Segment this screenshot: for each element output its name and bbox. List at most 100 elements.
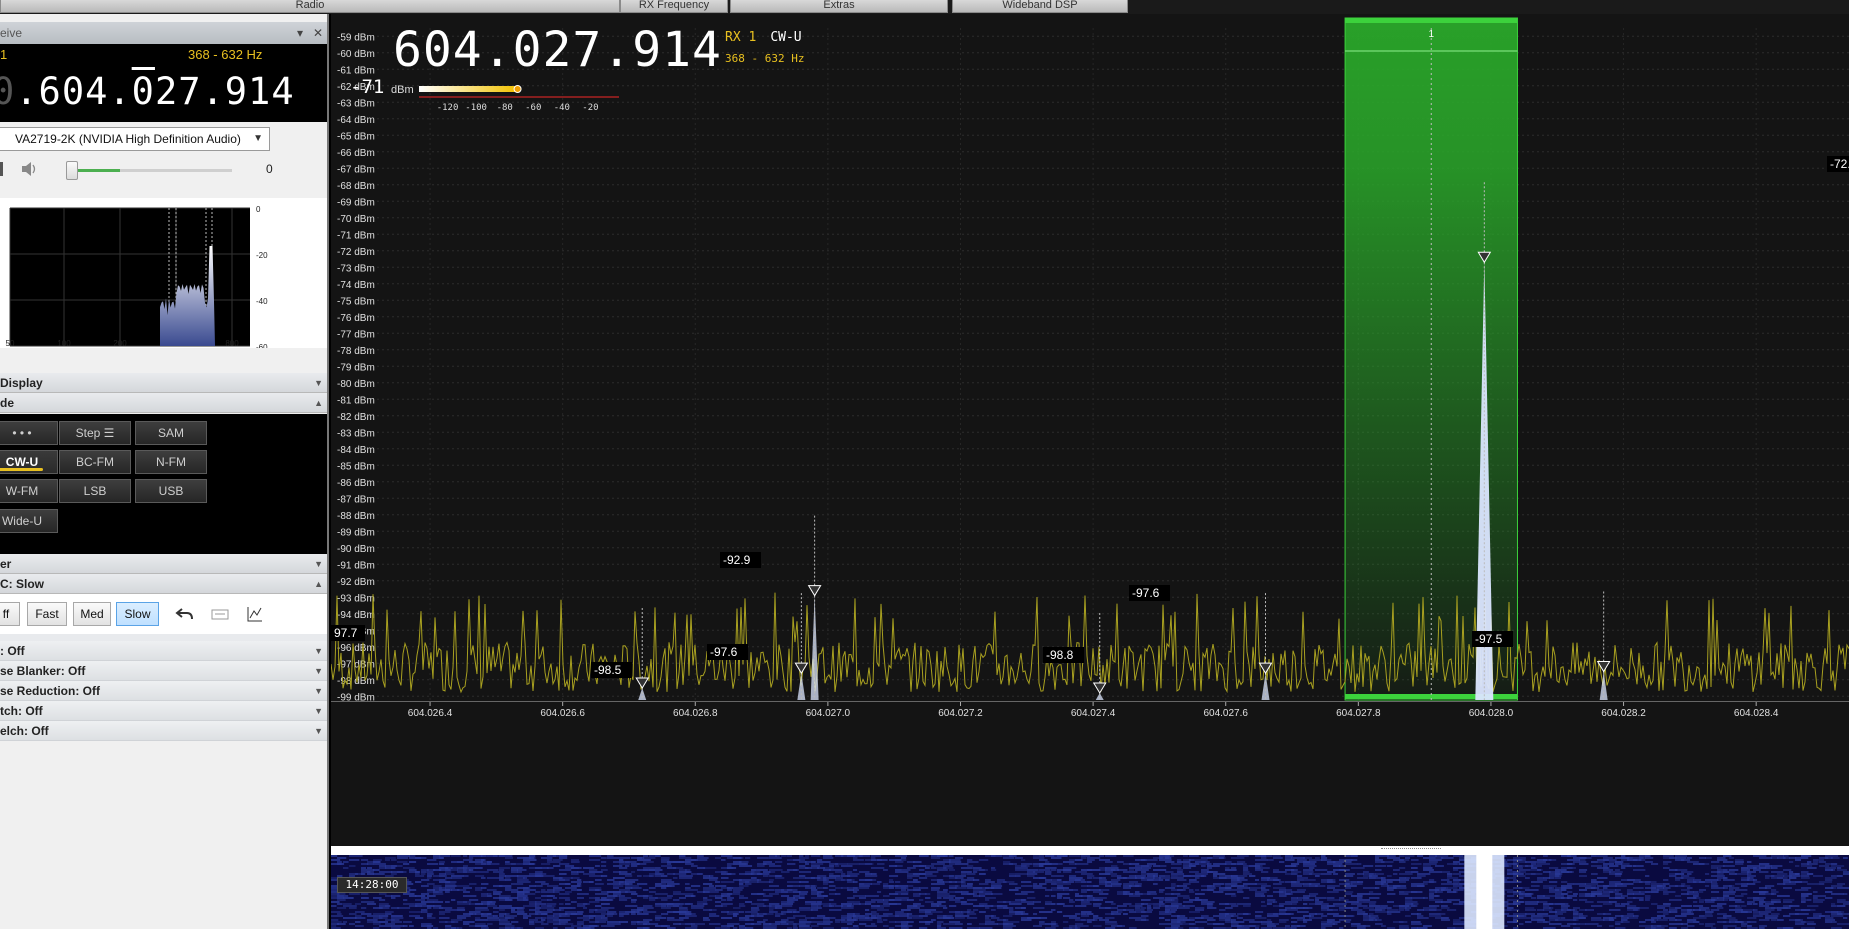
vfo-freq-prefix: 0 [0, 70, 15, 113]
peak-value-label: -98.8 [1046, 648, 1074, 662]
y-tick-label: -70 dBm [337, 214, 375, 225]
x-tick-label: 604.027.6 [1203, 708, 1248, 719]
filter-section-header[interactable]: er ▼ [0, 554, 327, 574]
collapse-icon[interactable]: ▾ [297, 22, 303, 44]
volume-slider-track[interactable] [70, 169, 232, 172]
display-section-header[interactable]: Display ▼ [0, 373, 327, 393]
mode-nfm-button[interactable]: N-FM [135, 450, 207, 474]
y-tick-label: -65 dBm [337, 131, 375, 142]
mode-more-button[interactable]: • • • [0, 421, 58, 445]
audio-x-tick: 200 [113, 339, 127, 348]
s-meter-peak-dot [513, 85, 522, 93]
filter-number-label: 1 [1428, 29, 1434, 40]
x-tick-label: 604.026.4 [408, 708, 453, 719]
tag-icon[interactable] [210, 604, 230, 624]
audio-y-tick: 0 [256, 205, 261, 214]
volume-slider-handle[interactable] [66, 161, 78, 180]
chevron-down-icon: ▼ [253, 133, 263, 144]
y-tick-label: -85 dBm [337, 461, 375, 472]
filter-top-handle [1345, 18, 1518, 23]
mode-wideu-button[interactable]: Wide-U [0, 509, 58, 533]
x-tick-label: 604.028.0 [1469, 708, 1514, 719]
audio-y-tick: -20 [256, 251, 268, 260]
mode-wfm-button[interactable]: W-FM [0, 479, 58, 503]
close-icon[interactable]: ✕ [313, 22, 323, 44]
y-tick-label: -69 dBm [337, 197, 375, 208]
dsp-item-notch[interactable]: tch: Off ▼ [0, 701, 327, 721]
tab-wideband-dsp[interactable]: Wideband DSP [952, 0, 1128, 13]
volume-row: 0 [0, 157, 327, 183]
step-button[interactable]: Step ☰ [59, 421, 131, 445]
chevron-up-icon: ▲ [314, 398, 323, 408]
agc-slow-button[interactable]: Slow [116, 602, 159, 626]
agc-fast-button[interactable]: Fast [27, 602, 67, 626]
mode-lsb-button[interactable]: LSB [59, 479, 131, 503]
mode-cwu-button[interactable]: CW-U [0, 450, 58, 474]
y-tick-label: -66 dBm [337, 148, 375, 159]
spectrum-waterfall-splitter[interactable] [331, 846, 1849, 855]
tab-rx-frequency[interactable]: RX Frequency [620, 0, 728, 13]
mode-sam-button[interactable]: SAM [135, 421, 207, 445]
audio-device-select[interactable]: VA2719-2K (NVIDIA High Definition Audio)… [0, 127, 270, 151]
tab-radio[interactable]: Radio [0, 0, 620, 13]
vfo-freq-cursor-digit[interactable]: 0 [132, 70, 155, 113]
x-tick-label: 604.027.0 [806, 708, 851, 719]
s-meter-scale-label: -120 [437, 103, 459, 113]
dsp-item-noise-blanker[interactable]: se Blanker: Off ▼ [0, 661, 327, 681]
y-tick-label: -67 dBm [337, 164, 375, 175]
chevron-down-icon: ▼ [314, 686, 323, 696]
y-tick-label: -89 dBm [337, 527, 375, 538]
y-tick-label: -77 dBm [337, 329, 375, 340]
chevron-up-icon: ▲ [314, 579, 323, 589]
dsp-item-noise-reduction[interactable]: se Reduction: Off ▼ [0, 681, 327, 701]
y-tick-label: -68 dBm [337, 181, 375, 192]
rx-info: RX 1 CW-U [725, 30, 802, 45]
y-tick-label: -75 dBm [337, 296, 375, 307]
agc-off-button[interactable]: ff [0, 602, 20, 626]
y-tick-label: -87 dBm [337, 494, 375, 505]
rx-label: RX 1 [725, 30, 757, 45]
tab-extras[interactable]: Extras [730, 0, 948, 13]
peak-value-label: -97.5 [1475, 632, 1503, 646]
agc-section-header[interactable]: C: Slow ▲ [0, 574, 327, 594]
peak-value-label: -92.9 [723, 553, 751, 567]
x-tick-label: 604.027.4 [1071, 708, 1116, 719]
speaker-icon[interactable] [20, 161, 38, 177]
mode-bcfm-button[interactable]: BC-FM [59, 450, 131, 474]
peak-value-label: -72.7 [1830, 157, 1849, 171]
vfo-frequency[interactable]: 0.604.027.914 [0, 70, 295, 113]
s-meter-scale-label: -40 [554, 103, 570, 113]
spectrum-display[interactable]: -59 dBm -60 dBm -61 dBm -62 dBm -63 dBm -64 d… [331, 14, 1849, 929]
audio-y-tick: -40 [256, 297, 268, 306]
x-tick-label: 604.026.8 [673, 708, 718, 719]
y-tick-label: -94 dBm [337, 610, 375, 621]
mode-section-header[interactable]: de ▲ [0, 393, 327, 413]
agc-med-button[interactable]: Med [73, 602, 111, 626]
mode-button-grid: • • • Step ☰ SAM CW-U BC-FM N-FM W-FM LS… [0, 414, 327, 564]
mode-usb-button[interactable]: USB [135, 479, 207, 503]
x-tick-label: 604.028.4 [1734, 708, 1779, 719]
vfo-freq-rest: 27.914 [154, 70, 295, 113]
dsp-item-squelch[interactable]: elch: Off ▼ [0, 721, 327, 741]
s-meter-scale-label: -20 [582, 103, 598, 113]
dsp-item-1[interactable]: : Off ▼ [0, 641, 327, 661]
chart-icon[interactable] [245, 604, 265, 624]
undo-icon[interactable] [175, 604, 195, 624]
waterfall-display[interactable]: 14:28:00 [331, 855, 1849, 929]
y-tick-label: -80 dBm [337, 379, 375, 390]
y-tick-label: -72 dBm [337, 247, 375, 258]
chevron-down-icon: ▼ [314, 706, 323, 716]
main-frequency-readout[interactable]: 604.027.914 [393, 22, 722, 78]
y-tick-label: -90 dBm [337, 544, 375, 555]
s-meter: -71 dBm -120 -100 -80 -60 -40 -20 [345, 76, 635, 120]
mute-handle-icon[interactable] [0, 162, 3, 176]
s-meter-scale-label: -80 [497, 103, 513, 113]
volume-value: 0 [266, 162, 273, 176]
vfo-rx-label: 1 [0, 47, 8, 62]
receive-panel: eive ▾ ✕ 1 368 - 632 Hz 0.604.027.914 VA… [0, 14, 329, 929]
spectrum-plot[interactable]: -59 dBm-60 dBm-61 dBm-62 dBm-63 dBm-64 d… [331, 14, 1849, 846]
y-tick-label: -91 dBm [337, 560, 375, 571]
x-tick-label: 604.028.2 [1601, 708, 1646, 719]
y-tick-label: -86 dBm [337, 478, 375, 489]
audio-device-value: VA2719-2K (NVIDIA High Definition Audio) [15, 132, 241, 146]
